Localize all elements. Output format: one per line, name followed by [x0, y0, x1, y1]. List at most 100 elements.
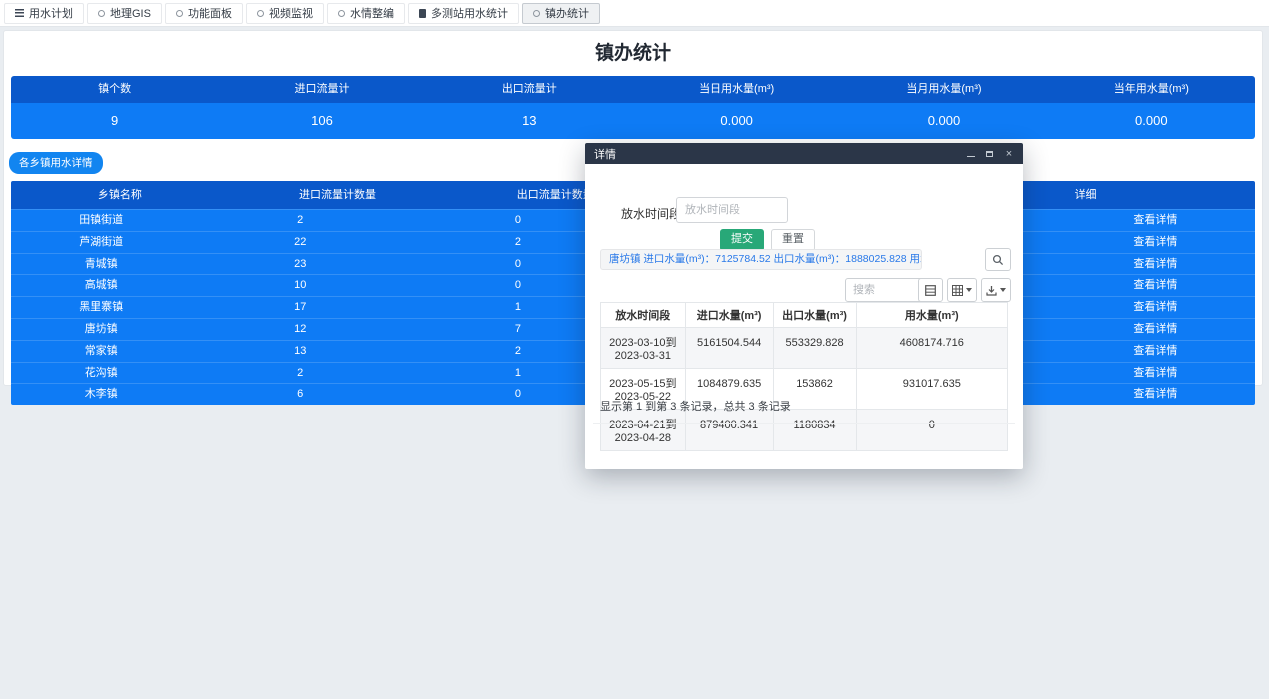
usage-volume-cell: 931017.635	[856, 369, 1007, 410]
columns-icon	[952, 285, 963, 296]
town-name: 木李镇	[11, 384, 191, 405]
usage-volume-cell: 0	[856, 410, 1007, 451]
view-details-link[interactable]: 查看详情	[1056, 319, 1255, 340]
view-details-link[interactable]: 查看详情	[1056, 363, 1255, 384]
chevron-down-icon	[1000, 288, 1006, 292]
summary-value: 0.000	[633, 103, 840, 139]
usage-volume-cell: 4608174.716	[856, 328, 1007, 369]
summary-column-header: 进口流量计	[218, 76, 425, 103]
export-dropdown-button[interactable]	[981, 278, 1011, 302]
nav-tab[interactable]: 视频监视	[246, 3, 324, 24]
page-title: 镇办统计	[4, 42, 1262, 66]
view-details-link[interactable]: 查看详情	[1056, 210, 1255, 231]
summary-table: 镇个数进口流量计出口流量计当日用水量(m³)当月用水量(m³)当年用水量(m³)…	[11, 76, 1255, 139]
nav-tab-label: 水情整编	[350, 5, 394, 21]
outlet-volume-cell: 1180834	[773, 410, 856, 451]
modal-title: 详情	[594, 146, 616, 162]
view-details-link[interactable]: 查看详情	[1056, 254, 1255, 275]
record-count-status: 显示第 1 到第 3 条记录，总共 3 条记录	[600, 398, 791, 414]
period-cell: 2023-03-10到2023-03-31	[601, 328, 686, 369]
view-details-link[interactable]: 查看详情	[1056, 384, 1255, 405]
magnifier-icon	[992, 254, 1004, 266]
town-name: 高城镇	[11, 275, 191, 296]
town-inlet-count: 6	[191, 384, 409, 405]
cabinet-icon	[419, 9, 426, 18]
nav-tab[interactable]: 水情整编	[327, 3, 405, 24]
modal-body: 放水时间段 提交 重置 唐坊镇 进口水量(m³)：7125784.52 出口水量…	[585, 164, 1023, 469]
modal-column-header[interactable]: 出口水量(m³)	[773, 303, 856, 328]
maximize-icon[interactable]	[986, 151, 993, 157]
nav-tab[interactable]: 镇办统计	[522, 3, 600, 24]
nav-tab-label: 镇办统计	[545, 5, 589, 21]
modal-table-header: 放水时间段进口水量(m³)出口水量(m³)用水量(m³)	[601, 303, 1008, 328]
outlet-volume-cell: 553329.828	[773, 328, 856, 369]
close-icon[interactable]: ×	[1004, 149, 1014, 159]
summary-column-header: 出口流量计	[426, 76, 633, 103]
toggle-view-icon	[925, 285, 936, 296]
water-volume-info-bar: 唐坊镇 进口水量(m³)：7125784.52 出口水量(m³)：1888025…	[600, 249, 922, 270]
circle-icon	[533, 10, 540, 17]
submit-button[interactable]: 提交	[720, 229, 764, 251]
list-icon	[15, 9, 24, 17]
export-icon	[986, 285, 997, 296]
summary-value: 0.000	[1048, 103, 1255, 139]
modal-titlebar[interactable]: 详情 ×	[585, 143, 1023, 164]
table-row: 2023-04-21到2023-04-28 879400.341 1180834…	[601, 410, 1008, 451]
town-name: 青城镇	[11, 254, 191, 275]
circle-icon	[176, 10, 183, 17]
circle-icon	[98, 10, 105, 17]
view-details-link[interactable]: 查看详情	[1056, 341, 1255, 362]
summary-table-header: 镇个数进口流量计出口流量计当日用水量(m³)当月用水量(m³)当年用水量(m³)	[11, 76, 1255, 103]
minimize-icon[interactable]	[967, 151, 975, 157]
summary-table-values: 9106130.0000.0000.000	[11, 103, 1255, 139]
town-name: 花沟镇	[11, 363, 191, 384]
town-name: 黑里寨镇	[11, 297, 191, 318]
modal-data-table: 放水时间段进口水量(m³)出口水量(m³)用水量(m³) 2023-03-10到…	[600, 302, 1008, 451]
nav-tab[interactable]: 地理GIS	[87, 3, 162, 24]
summary-value: 13	[426, 103, 633, 139]
modal-column-header[interactable]: 放水时间段	[601, 303, 686, 328]
nav-tab-label: 功能面板	[188, 5, 232, 21]
towns-section-badge: 各乡镇用水详情	[9, 152, 103, 174]
table-toolbar	[585, 278, 1023, 302]
town-inlet-count: 10	[191, 275, 409, 296]
period-input[interactable]	[676, 197, 788, 223]
nav-tab[interactable]: 多测站用水统计	[408, 3, 519, 24]
top-nav: 用水计划 地理GIS 功能面板 视频监视 水情整编	[0, 0, 1269, 27]
modal-table-body: 2023-03-10到2023-03-31 5161504.544 553329…	[601, 328, 1008, 451]
view-details-link[interactable]: 查看详情	[1056, 297, 1255, 318]
divider	[593, 423, 1015, 424]
search-button[interactable]	[985, 248, 1011, 271]
summary-column-header: 当日用水量(m³)	[633, 76, 840, 103]
nav-tab-label: 地理GIS	[110, 5, 151, 21]
town-inlet-count: 23	[191, 254, 409, 275]
modal-column-header[interactable]: 用水量(m³)	[856, 303, 1007, 328]
form-buttons: 提交 重置	[720, 229, 815, 251]
period-field-label: 放水时间段	[621, 205, 681, 222]
nav-tab-label: 视频监视	[269, 5, 313, 21]
summary-value: 0.000	[840, 103, 1047, 139]
modal-column-header[interactable]: 进口水量(m³)	[685, 303, 773, 328]
town-inlet-count: 2	[191, 210, 409, 231]
town-inlet-count: 17	[191, 297, 409, 318]
toggle-view-button[interactable]	[918, 278, 943, 302]
columns-dropdown-button[interactable]	[947, 278, 977, 302]
nav-tab[interactable]: 功能面板	[165, 3, 243, 24]
circle-icon	[257, 10, 264, 17]
view-details-link[interactable]: 查看详情	[1056, 275, 1255, 296]
town-inlet-count: 2	[191, 363, 409, 384]
window-controls: ×	[967, 149, 1014, 159]
towns-column-header: 进口流量计数量	[229, 181, 447, 209]
chevron-down-icon	[966, 288, 972, 292]
inlet-volume-cell: 879400.341	[685, 410, 773, 451]
toolbar-buttons	[918, 278, 1011, 302]
circle-icon	[338, 10, 345, 17]
town-inlet-count: 13	[191, 341, 409, 362]
nav-tab[interactable]: 用水计划	[4, 3, 84, 24]
summary-value: 9	[11, 103, 218, 139]
reset-button[interactable]: 重置	[771, 229, 815, 251]
town-name: 唐坊镇	[11, 319, 191, 340]
view-details-link[interactable]: 查看详情	[1056, 232, 1255, 253]
details-modal: 详情 × 放水时间段 提交 重置 唐坊镇 进口水量(m³)：7125784.52…	[585, 143, 1023, 469]
summary-value: 106	[218, 103, 425, 139]
